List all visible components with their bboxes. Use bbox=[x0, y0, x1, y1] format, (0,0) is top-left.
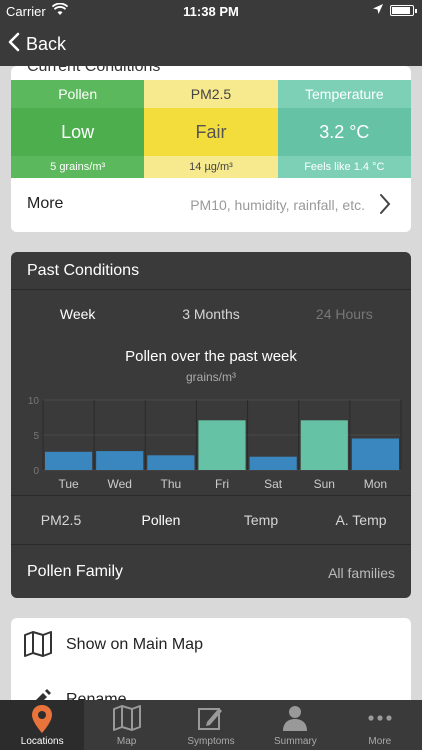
pollen-bar-chart: 10 5 0 Tue Wed Thu Fri Sat Sun Mon bbox=[28, 396, 402, 491]
metric-tab-pollen[interactable]: Pollen bbox=[111, 508, 211, 532]
tab-locations[interactable]: Locations bbox=[0, 700, 85, 750]
battery-icon bbox=[390, 5, 417, 16]
back-button[interactable]: Back bbox=[8, 32, 66, 56]
y-tick-label: 0 bbox=[33, 466, 39, 477]
y-tick-label: 5 bbox=[33, 431, 39, 442]
bar-mon bbox=[351, 438, 399, 470]
past-conditions-title: Past Conditions bbox=[27, 262, 140, 279]
more-description: PM10, humidity, rainfall, etc. bbox=[190, 197, 365, 213]
divider bbox=[11, 289, 411, 290]
metric-tab-temp[interactable]: Temp bbox=[211, 508, 311, 532]
metric-value: 3.2 °C bbox=[277, 108, 411, 156]
edit-square-icon bbox=[169, 704, 253, 737]
tab-map[interactable]: Map bbox=[84, 700, 168, 750]
chevron-right-icon bbox=[379, 193, 391, 220]
tab-summary[interactable]: Summary bbox=[253, 700, 337, 750]
metric-footer: 5 grains/m³ bbox=[11, 156, 145, 178]
x-tick-label: Fri bbox=[215, 477, 229, 491]
x-tick-label: Sun bbox=[314, 477, 335, 491]
location-pin-icon bbox=[0, 704, 84, 739]
x-tick-label: Thu bbox=[161, 477, 182, 491]
metric-footer: Feels like 1.4 °C bbox=[277, 156, 411, 178]
map-icon bbox=[23, 630, 53, 663]
back-label: Back bbox=[26, 33, 67, 54]
pollen-family-label: Pollen Family bbox=[27, 563, 124, 580]
bar-tue bbox=[45, 451, 93, 470]
tab-label: Symptoms bbox=[187, 736, 235, 747]
navigation-bar: Back bbox=[0, 22, 422, 66]
chart-title: Pollen over the past week bbox=[125, 348, 297, 365]
bar-wed bbox=[96, 451, 144, 470]
chart-unit: grains/m³ bbox=[185, 370, 236, 384]
x-tick-label: Wed bbox=[107, 477, 131, 491]
current-conditions-card: Current Conditions Pollen Low 5 grains/m… bbox=[11, 66, 411, 232]
metric-value: Fair bbox=[144, 108, 278, 156]
metric-footer: 14 µg/m³ bbox=[144, 156, 278, 178]
location-arrow-icon bbox=[372, 3, 384, 18]
range-selector: Week 3 Months 24 Hours bbox=[11, 298, 411, 330]
chevron-left-icon bbox=[8, 32, 20, 57]
range-3-months[interactable]: 3 Months bbox=[144, 298, 277, 330]
x-tick-label: Sat bbox=[264, 477, 283, 491]
bar-sat bbox=[249, 456, 297, 470]
tab-label: Summary bbox=[274, 736, 317, 747]
more-dots-icon bbox=[338, 704, 422, 737]
bar-fri bbox=[198, 420, 246, 470]
tab-more[interactable]: More bbox=[338, 700, 422, 750]
tab-label: More bbox=[368, 736, 392, 747]
more-label: More bbox=[27, 195, 64, 212]
tab-bar: Locations Map Symptoms Summary More bbox=[0, 700, 422, 750]
metric-header: PM2.5 bbox=[144, 80, 278, 108]
x-tick-label: Mon bbox=[364, 477, 387, 491]
tab-label: Map bbox=[116, 736, 137, 747]
current-conditions-title: Current Conditions bbox=[27, 66, 161, 75]
pollen-family-value: All families bbox=[328, 565, 395, 581]
tab-symptoms[interactable]: Symptoms bbox=[169, 700, 253, 750]
metric-tab-apparent-temp[interactable]: A. Temp bbox=[311, 508, 411, 532]
metric-tab-pm25[interactable]: PM2.5 bbox=[11, 508, 111, 532]
person-icon bbox=[253, 704, 337, 737]
range-24-hours[interactable]: 24 Hours bbox=[278, 298, 411, 330]
metric-value: Low bbox=[11, 108, 145, 156]
status-bar: Carrier 11:38 PM bbox=[0, 0, 422, 22]
metric-header: Pollen bbox=[11, 80, 145, 108]
tab-label: Locations bbox=[20, 736, 64, 747]
range-week[interactable]: Week bbox=[11, 298, 144, 330]
pollen-family-row[interactable]: Pollen Family All families bbox=[11, 545, 411, 598]
bar-sun bbox=[300, 420, 348, 470]
x-tick-label: Tue bbox=[58, 477, 79, 491]
divider bbox=[11, 495, 411, 496]
metric-tabs: PM2.5 Pollen Temp A. Temp bbox=[11, 508, 411, 532]
bar-thu bbox=[147, 455, 195, 470]
more-conditions-row[interactable]: More PM10, humidity, rainfall, etc. bbox=[11, 178, 411, 232]
action-label: Show on Main Map bbox=[66, 636, 203, 653]
metric-header: Temperature bbox=[277, 80, 411, 108]
y-tick-label: 10 bbox=[28, 396, 40, 407]
map-icon bbox=[84, 704, 168, 737]
show-on-main-map-button[interactable]: Show on Main Map bbox=[11, 618, 411, 672]
past-conditions-card: Past Conditions Week 3 Months 24 Hours P… bbox=[11, 252, 411, 598]
clock: 11:38 PM bbox=[183, 4, 239, 19]
